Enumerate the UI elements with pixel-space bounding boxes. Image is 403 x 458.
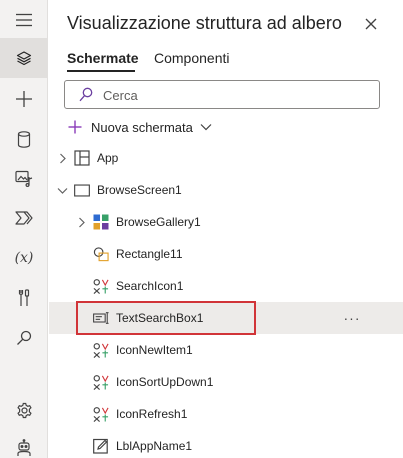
shapes-icon [93, 246, 109, 262]
tree-item-label: IconSortUpDown1 [116, 375, 214, 389]
layers-icon [16, 51, 32, 66]
power-automate-icon [15, 211, 33, 225]
insert-button[interactable] [0, 79, 48, 119]
tree-item-label: IconNewItem1 [116, 343, 193, 357]
database-icon [17, 130, 31, 148]
tree-item-iconnewitem1[interactable]: IconNewItem1 [49, 334, 403, 366]
close-icon [365, 18, 377, 30]
data-button[interactable] [0, 119, 48, 159]
tree-item-label: BrowseGallery1 [116, 215, 201, 229]
tree-list: App BrowseScreen1 BrowseGallery1 Rectang… [49, 141, 403, 458]
gallery-icon [93, 214, 109, 230]
tab-components[interactable]: Componenti [154, 50, 230, 66]
search-input[interactable] [103, 87, 363, 103]
plus-icon [16, 91, 32, 107]
chevron-right-icon[interactable] [56, 152, 68, 164]
variables-button[interactable]: (x) [0, 238, 48, 278]
tools-icon [18, 289, 30, 306]
advanced-tools-button[interactable] [0, 278, 48, 318]
tree-item-label: IconRefresh1 [116, 407, 188, 421]
tree-item-iconrefresh1[interactable]: IconRefresh1 [49, 398, 403, 430]
tree-item-textsearchbox1[interactable]: TextSearchBox1 ··· [49, 302, 403, 334]
tree-item-label: TextSearchBox1 [116, 311, 204, 325]
virtual-agent-icon [17, 439, 31, 456]
hamburger-menu-button[interactable] [0, 0, 48, 40]
icon-control-icon [93, 406, 109, 422]
chevron-right-icon[interactable] [75, 216, 87, 228]
text-input-icon [93, 310, 109, 326]
hamburger-menu-icon [16, 13, 32, 27]
search-rail-button[interactable] [0, 318, 48, 358]
tree-item-label: App [97, 151, 119, 165]
tree-item-searchicon1[interactable]: SearchIcon1 [49, 270, 403, 302]
tree-item-label: BrowseScreen1 [97, 183, 182, 197]
media-button[interactable] [0, 158, 48, 198]
left-rail: (x) [0, 0, 48, 458]
icon-control-icon [93, 342, 109, 358]
label-edit-icon [93, 438, 109, 454]
search-icon [17, 330, 32, 345]
search-box[interactable] [64, 80, 380, 109]
app-icon [74, 150, 90, 166]
tree-item-browsegallery1[interactable]: BrowseGallery1 [49, 206, 403, 238]
chevron-down-icon [200, 124, 212, 131]
tree-view-panel: Visualizzazione struttura ad albero Sche… [49, 0, 403, 458]
new-screen-button[interactable]: Nuova schermata [67, 117, 212, 137]
tree-view-button[interactable] [0, 38, 48, 78]
tree-item-browsescreen1[interactable]: BrowseScreen1 [49, 174, 403, 206]
search-icon [79, 87, 93, 102]
icon-control-icon [93, 278, 109, 294]
settings-button[interactable] [0, 390, 48, 430]
media-icon [15, 170, 33, 187]
chevron-down-icon[interactable] [56, 184, 68, 196]
icon-control-icon [93, 374, 109, 390]
plus-icon [68, 120, 82, 134]
tree-item-label: LblAppName1 [116, 439, 193, 453]
virtual-agent-button[interactable] [0, 428, 48, 458]
tree-item-lblappname1[interactable]: LblAppName1 [49, 430, 403, 458]
tree-item-app[interactable]: App [49, 142, 403, 174]
tab-screens[interactable]: Schermate [67, 50, 139, 66]
tree-item-label: SearchIcon1 [116, 279, 184, 293]
close-button[interactable] [361, 14, 381, 34]
active-tab-indicator [67, 70, 135, 72]
variables-icon: (x) [14, 250, 34, 266]
panel-title: Visualizzazione struttura ad albero [67, 13, 342, 33]
new-screen-label: Nuova schermata [91, 119, 193, 135]
power-automate-button[interactable] [0, 198, 48, 238]
tree-item-iconsortupdown1[interactable]: IconSortUpDown1 [49, 366, 403, 398]
tree-item-label: Rectangle11 [116, 247, 183, 261]
tree-item-rectangle11[interactable]: Rectangle11 [49, 238, 403, 270]
settings-icon [16, 402, 32, 418]
screen-icon [74, 182, 90, 198]
more-options-button[interactable]: ··· [340, 308, 364, 328]
